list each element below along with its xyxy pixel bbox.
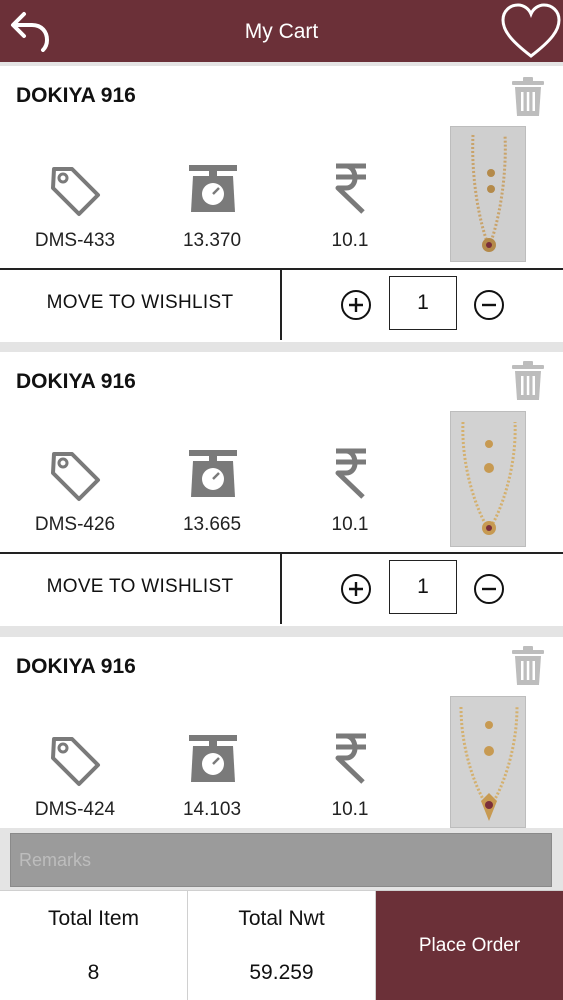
plus-circle-icon[interactable] [340,573,372,605]
product-image[interactable] [450,126,526,262]
total-nwt-label: Total Nwt [238,907,325,930]
total-nwt-summary: Total Nwt 59.259 [188,891,376,1000]
necklace-image [451,412,525,546]
product-image[interactable] [450,411,526,547]
product-rate: 10.1 [331,230,369,251]
move-to-wishlist-button[interactable]: MOVE TO WISHLIST [0,270,282,340]
cart-summary: Total Item 8 Total Nwt 59.259 Place Orde… [0,890,563,1000]
plus-circle-icon[interactable] [340,289,372,321]
cart-item: DOKIYA 916 DMS-426 13.665 10.1 MOVE TO W… [0,352,563,626]
necklace-image [451,697,525,827]
product-name: DOKIYA 916 [16,370,136,393]
total-item-label: Total Item [47,907,140,930]
product-code: DMS-426 [34,514,116,535]
tag-icon [51,452,100,501]
trash-icon[interactable] [511,645,545,687]
item-actions: MOVE TO WISHLIST 1 [0,552,563,624]
rupee-icon [335,448,366,499]
trash-icon[interactable] [511,76,545,118]
rupee-icon [335,733,366,784]
product-rate: 10.1 [331,514,369,535]
product-code: DMS-424 [34,799,116,820]
page-title: My Cart [244,20,319,43]
minus-circle-icon[interactable] [473,573,505,605]
product-weight: 13.370 [182,230,242,251]
scale-icon [189,735,237,782]
place-order-button[interactable]: Place Order [376,891,563,1000]
tag-icon [51,167,100,216]
cart-item: DOKIYA 916 DMS-424 14.103 10.1 [0,637,563,828]
product-weight: 14.103 [182,799,242,820]
remarks-area [0,828,563,890]
cart-item: DOKIYA 916 DMS-433 13.370 10.1 MOVE TO W… [0,66,563,342]
total-item-summary: Total Item 8 [0,891,188,1000]
trash-icon[interactable] [511,360,545,402]
total-item-value: 8 [87,961,100,984]
product-name: DOKIYA 916 [16,84,136,107]
app-header: My Cart [0,0,563,62]
minus-circle-icon[interactable] [473,289,505,321]
heart-icon[interactable] [500,2,562,60]
necklace-image [451,127,525,261]
tag-icon [51,737,100,786]
product-rate: 10.1 [331,799,369,820]
product-name: DOKIYA 916 [16,655,136,678]
quantity-field[interactable]: 1 [389,276,457,330]
remarks-input[interactable] [10,833,552,887]
quantity-field[interactable]: 1 [389,560,457,614]
rupee-icon [335,163,366,214]
scale-icon [189,165,237,212]
product-code: DMS-433 [34,230,116,251]
move-to-wishlist-button[interactable]: MOVE TO WISHLIST [0,554,282,624]
scale-icon [189,450,237,497]
product-image[interactable] [450,696,526,828]
item-actions: MOVE TO WISHLIST 1 [0,268,563,340]
product-weight: 13.665 [182,514,242,535]
total-nwt-value: 59.259 [249,961,314,984]
